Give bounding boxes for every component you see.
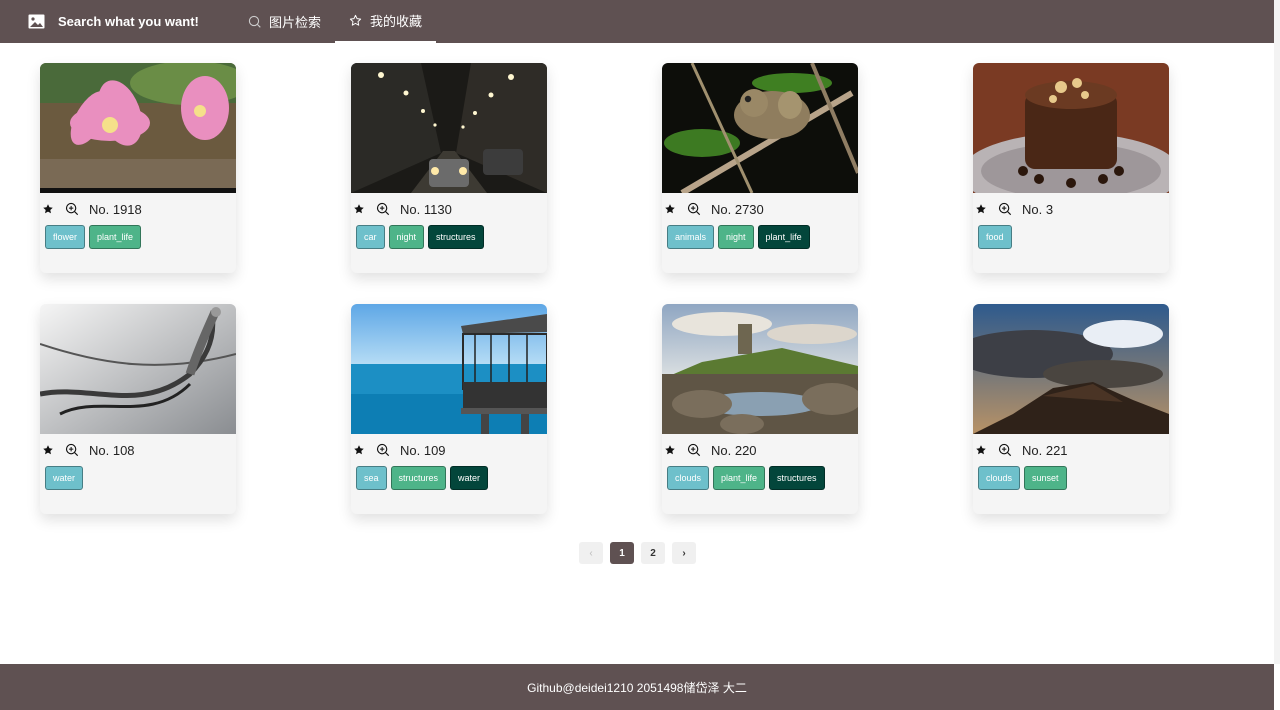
star-filled-icon[interactable] <box>975 444 987 456</box>
card-image[interactable] <box>973 63 1169 193</box>
card-meta: No. 2730 <box>662 193 858 225</box>
tab-image-search[interactable]: 图片检索 <box>234 0 335 43</box>
brand[interactable]: Search what you want! <box>28 0 199 43</box>
prev-page-button[interactable]: ‹ <box>579 542 603 564</box>
tag[interactable]: flower <box>45 225 86 249</box>
card-image[interactable] <box>351 63 547 193</box>
tag[interactable]: water <box>45 466 84 490</box>
zoom-in-icon[interactable] <box>687 443 701 457</box>
tag[interactable]: structures <box>390 466 447 490</box>
card-meta: No. 108 <box>40 434 236 466</box>
star-outline-icon <box>349 14 362 26</box>
tab-favorites[interactable]: 我的收藏 <box>335 0 437 43</box>
image-number: No. 1918 <box>89 201 142 217</box>
tag[interactable]: plant_life <box>713 466 766 490</box>
zoom-in-icon[interactable] <box>65 202 79 216</box>
star-filled-icon[interactable] <box>664 203 676 215</box>
tag[interactable]: night <box>388 225 425 249</box>
card-image[interactable] <box>662 63 858 193</box>
pagination: ‹ 1 2 › <box>579 542 696 564</box>
image-number: No. 1130 <box>400 201 452 217</box>
page-button[interactable]: 2 <box>641 542 665 564</box>
tag[interactable]: food <box>978 225 1012 249</box>
tag-list: flower plant_life <box>40 225 236 249</box>
scrollbar[interactable] <box>1274 0 1280 664</box>
tag[interactable]: structures <box>428 225 484 249</box>
star-filled-icon[interactable] <box>664 444 676 456</box>
zoom-in-icon[interactable] <box>376 443 390 457</box>
tag-list: clouds sunset <box>973 466 1169 490</box>
tag-list: food <box>973 225 1169 249</box>
card-meta: No. 1130 <box>351 193 547 225</box>
favorite-card[interactable]: No. 1918 flower plant_life <box>40 63 236 273</box>
tag[interactable]: animals <box>667 225 715 249</box>
top-nav-bar: Search what you want! 图片检索 我的收藏 <box>0 0 1274 43</box>
zoom-in-icon[interactable] <box>65 443 79 457</box>
tag[interactable]: plant_life <box>757 225 810 249</box>
image-number: No. 109 <box>400 442 446 458</box>
card-meta: No. 3 <box>973 193 1169 225</box>
favorite-card[interactable]: No. 3 food <box>973 63 1169 273</box>
tag[interactable]: sea <box>356 466 387 490</box>
footer: Github@deidei1210 2051498储岱泽 大二 <box>0 664 1274 710</box>
star-filled-icon[interactable] <box>975 203 987 215</box>
page-button[interactable]: 1 <box>610 542 634 564</box>
image-number: No. 220 <box>711 442 757 458</box>
image-number: No. 2730 <box>711 201 764 217</box>
tag[interactable]: structures <box>769 466 825 490</box>
card-meta: No. 1918 <box>40 193 236 225</box>
card-image[interactable] <box>973 304 1169 434</box>
star-filled-icon[interactable] <box>42 203 54 215</box>
tag-list: animals night plant_life <box>662 225 858 249</box>
tag-list: clouds plant_life structures <box>662 466 858 490</box>
zoom-in-icon[interactable] <box>687 202 701 216</box>
favorite-card[interactable]: No. 220 clouds plant_life structures <box>662 304 858 514</box>
next-page-button[interactable]: › <box>672 542 696 564</box>
tag[interactable]: water <box>450 466 489 490</box>
image-number: No. 3 <box>1022 201 1054 217</box>
card-meta: No. 221 <box>973 434 1169 466</box>
favorite-card[interactable]: No. 109 sea structures water <box>351 304 547 514</box>
brand-title: Search what you want! <box>58 14 199 29</box>
tag[interactable]: clouds <box>978 466 1021 490</box>
zoom-in-icon[interactable] <box>998 443 1012 457</box>
tag-list: car night structures <box>351 225 547 249</box>
card-meta: No. 109 <box>351 434 547 466</box>
card-image[interactable] <box>351 304 547 434</box>
tag-list: sea structures water <box>351 466 547 490</box>
star-filled-icon[interactable] <box>42 444 54 456</box>
star-filled-icon[interactable] <box>353 444 365 456</box>
zoom-in-icon[interactable] <box>376 202 390 216</box>
zoom-in-icon[interactable] <box>998 202 1012 216</box>
card-meta: No. 220 <box>662 434 858 466</box>
tag[interactable]: car <box>356 225 385 249</box>
favorite-card[interactable]: No. 1130 car night structures <box>351 63 547 273</box>
tag[interactable]: clouds <box>667 466 710 490</box>
search-icon <box>248 15 261 28</box>
image-number: No. 108 <box>89 442 135 458</box>
image-number: No. 221 <box>1022 442 1068 458</box>
favorite-card[interactable]: No. 221 clouds sunset <box>973 304 1169 514</box>
favorite-card[interactable]: No. 2730 animals night plant_life <box>662 63 858 273</box>
tag-list: water <box>40 466 236 490</box>
main-tabs: 图片检索 我的收藏 <box>234 0 437 43</box>
card-image[interactable] <box>40 304 236 434</box>
tab-label: 我的收藏 <box>370 14 423 29</box>
star-filled-icon[interactable] <box>353 203 365 215</box>
tab-label: 图片检索 <box>269 15 322 30</box>
card-image[interactable] <box>40 63 236 193</box>
footer-text: Github@deidei1210 2051498储岱泽 大二 <box>527 680 747 695</box>
tag[interactable]: night <box>718 225 754 249</box>
tag[interactable]: sunset <box>1024 466 1067 490</box>
favorite-card[interactable]: No. 108 water <box>40 304 236 514</box>
tag[interactable]: plant_life <box>89 225 142 249</box>
image-icon <box>28 14 45 29</box>
card-image[interactable] <box>662 304 858 434</box>
